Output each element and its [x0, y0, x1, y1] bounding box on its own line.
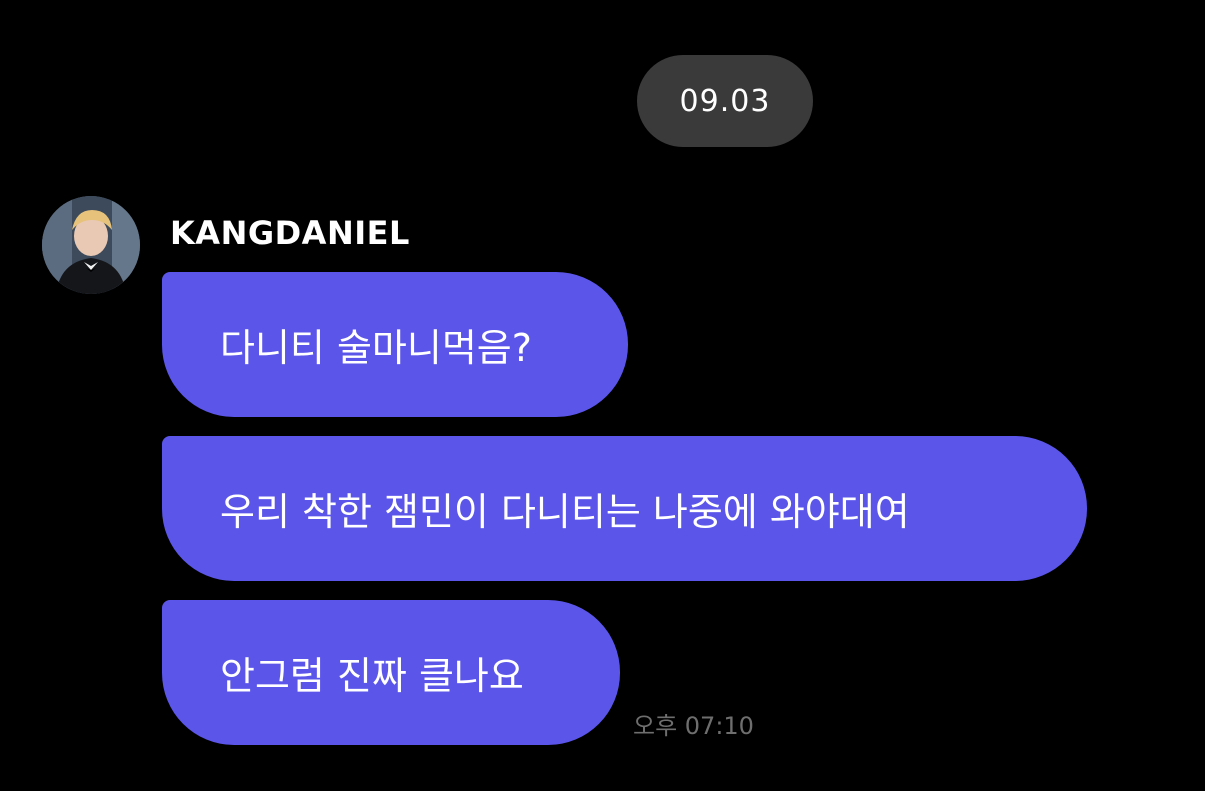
profile-avatar-icon: [42, 196, 140, 294]
message-text: 안그럼 진짜 클나요: [220, 654, 524, 698]
avatar[interactable]: [42, 196, 140, 294]
message-text: 우리 착한 잼민이 다니티는 나중에 와야대여: [220, 490, 910, 534]
message-text: 다니티 술마니먹음?: [220, 326, 532, 370]
message-bubble[interactable]: 우리 착한 잼민이 다니티는 나중에 와야대여: [162, 436, 1087, 581]
message-bubble[interactable]: 다니티 술마니먹음?: [162, 272, 628, 417]
date-label: 09.03: [679, 83, 771, 119]
message-timestamp: 오후 07:10: [633, 712, 754, 740]
date-divider: 09.03: [637, 55, 813, 147]
sender-name: KANGDANIEL: [170, 214, 410, 252]
message-bubble[interactable]: 안그럼 진짜 클나요: [162, 600, 620, 745]
